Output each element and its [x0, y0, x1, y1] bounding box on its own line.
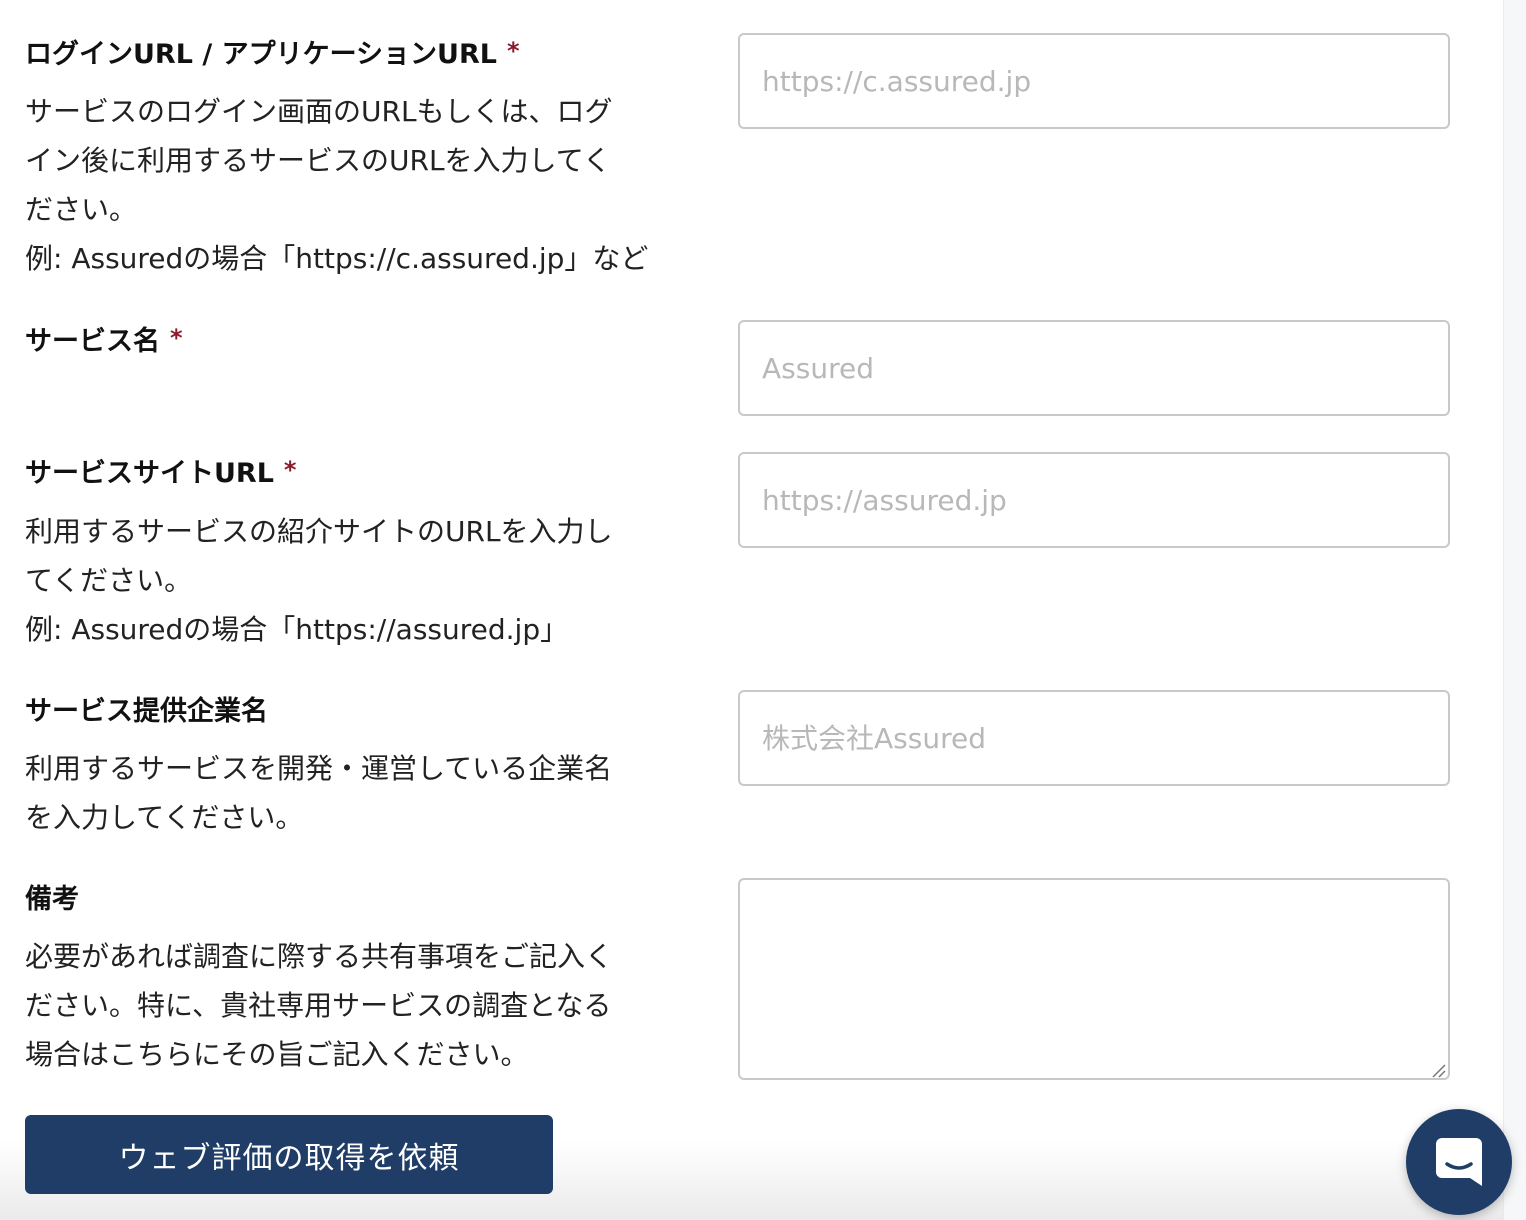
help-line: サービスのログイン画面のURLもしくは、ログ — [25, 95, 613, 128]
notes-help: 必要があれば調査に際する共有事項をご記入く ださい。特に、貴社専用サービスの調査… — [25, 932, 695, 1079]
help-line: てください。 — [25, 564, 193, 597]
chat-bubble-icon — [1436, 1138, 1482, 1186]
help-line: 利用するサービスを開発・運営している企業名 — [25, 752, 613, 785]
provider-company-help: 利用するサービスを開発・運営している企業名 を入力してください。 — [25, 744, 695, 842]
help-line: イン後に利用するサービスのURLを入力してく — [25, 144, 611, 177]
help-line: 場合はこちらにその旨ご記入ください。 — [25, 1038, 529, 1071]
required-asterisk: * — [283, 456, 297, 484]
service-name-input[interactable] — [738, 320, 1450, 416]
notes-label-text: 備考 — [25, 884, 79, 915]
help-line: 利用するサービスの紹介サイトのURLを入力し — [25, 515, 613, 548]
service-site-url-label: サービスサイトURL * — [25, 456, 296, 492]
login-url-label: ログインURL / アプリケーションURL * — [25, 37, 520, 73]
notes-textarea[interactable] — [738, 878, 1450, 1080]
provider-company-label-text: サービス提供企業名 — [25, 696, 268, 727]
login-url-input[interactable] — [738, 33, 1450, 129]
help-line: 例: Assuredの場合「https://c.assured.jp」など — [25, 242, 649, 275]
provider-company-input[interactable] — [738, 690, 1450, 786]
service-name-label-text: サービス名 — [25, 326, 160, 357]
resize-grip-icon[interactable] — [1430, 1062, 1446, 1078]
notes-label: 備考 — [25, 882, 79, 918]
request-form-page: ログインURL / アプリケーションURL * サービスのログイン画面のURLもし… — [0, 0, 1526, 1220]
request-web-evaluation-button[interactable]: ウェブ評価の取得を依頼 — [25, 1115, 553, 1194]
service-site-url-label-text: サービスサイトURL — [25, 458, 274, 489]
service-name-label: サービス名 * — [25, 324, 183, 360]
help-line: ださい。特に、貴社専用サービスの調査となる — [25, 989, 612, 1022]
login-url-label-text: ログインURL / アプリケーションURL — [25, 39, 497, 70]
request-web-evaluation-label: ウェブ評価の取得を依頼 — [118, 1140, 460, 1176]
help-line: ださい。 — [25, 193, 138, 226]
help-line: 必要があれば調査に際する共有事項をご記入く — [25, 940, 614, 973]
service-site-url-help: 利用するサービスの紹介サイトのURLを入力し てください。 例: Assured… — [25, 507, 695, 654]
provider-company-label: サービス提供企業名 — [25, 694, 268, 730]
help-line: を入力してください。 — [25, 801, 304, 834]
required-asterisk: * — [170, 324, 183, 352]
help-line: 例: Assuredの場合「https://assured.jp」 — [25, 613, 569, 646]
service-site-url-input[interactable] — [738, 452, 1450, 548]
login-url-help: サービスのログイン画面のURLもしくは、ログ イン後に利用するサービスのURLを… — [25, 87, 695, 283]
required-asterisk: * — [506, 37, 520, 65]
chat-launcher-button[interactable] — [1406, 1109, 1512, 1215]
scrollbar-track[interactable] — [1503, 0, 1526, 1220]
